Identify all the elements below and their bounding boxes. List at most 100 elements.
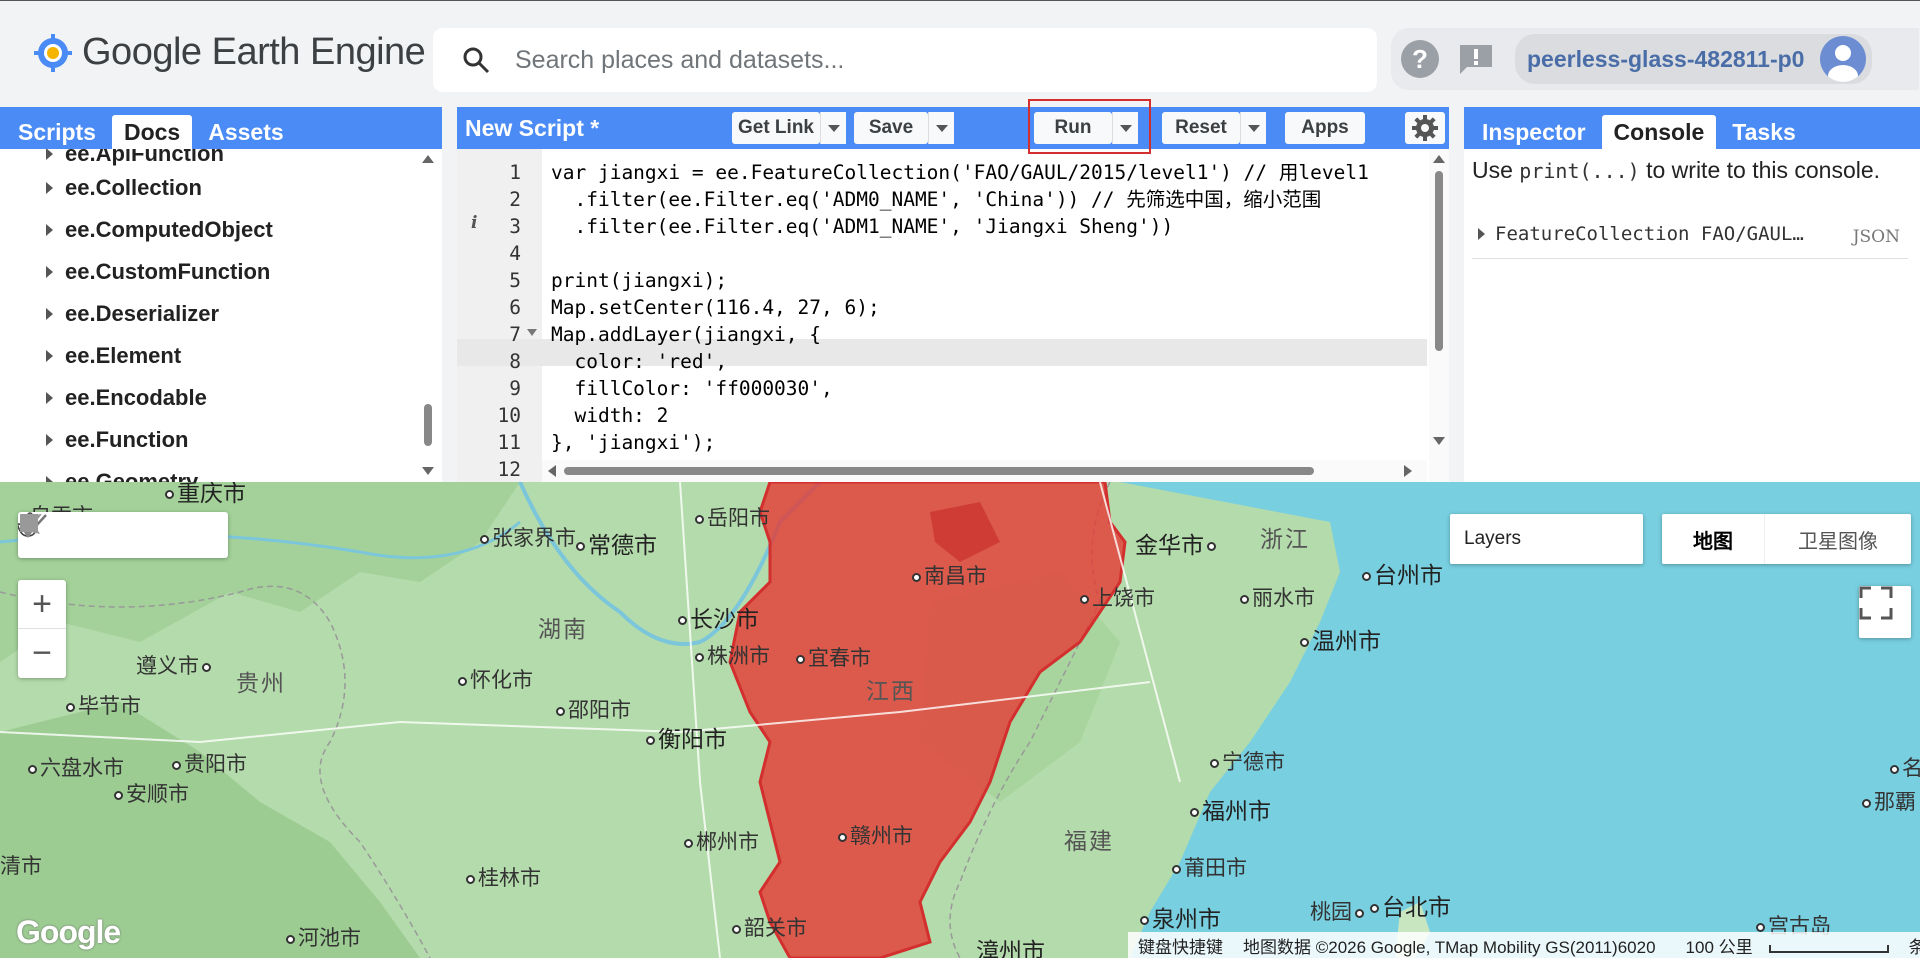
city-dot-icon [286,934,295,944]
map-label-province: 江西 [866,678,916,704]
code-vertical-scrollbar[interactable] [1429,149,1449,482]
search-box[interactable] [433,28,1377,92]
city-dot-icon [1862,798,1871,808]
city-name: 宜春市 [808,647,871,670]
city-name: 金华市 [1135,532,1204,558]
terms-link[interactable]: 条款 [1899,933,1920,958]
tree-item[interactable]: ee.Collection [46,175,202,201]
info-icon[interactable]: i [471,213,477,233]
avatar[interactable] [1820,36,1867,82]
line-number: 7 [509,323,521,346]
map-type-map-button[interactable]: 地图 [1662,514,1764,564]
zoom-in-button[interactable]: + [18,580,66,629]
earth-engine-logo-icon [34,33,72,72]
scale-bar: 100 公里 [1666,933,1899,958]
city-dot-icon [912,572,921,582]
tab-assets[interactable]: Assets [196,115,295,149]
city-name: 邵阳市 [568,699,631,722]
feedback-icon[interactable] [1457,42,1495,76]
right-tabbar: Inspector Console Tasks [1464,107,1920,149]
tree-item-label: ee.Element [65,343,182,368]
tab-console[interactable]: Console [1601,115,1717,149]
city-name: 泉州市 [1152,906,1221,932]
save-button[interactable]: Save [854,112,928,144]
map-label-city: 名 [1890,752,1920,782]
reset-dropdown[interactable] [1240,112,1266,144]
tab-tasks[interactable]: Tasks [1720,115,1808,149]
tree-item[interactable]: ee.Function [46,427,188,453]
fullscreen-button[interactable] [1859,586,1911,638]
city-dot-icon [458,676,467,686]
tree-item[interactable]: ee.Element [46,343,181,369]
map-canvas[interactable]: 岳阳市 常德市 张家界市 重庆市 自贡市 长沙市 湖南 株洲市 遵义市 贵州 怀… [0,482,1920,958]
city-dot-icon [695,652,704,662]
city-name: 台州市 [1374,562,1443,588]
map-label-city: 常德市 [576,526,657,560]
panel-divider[interactable] [442,107,457,482]
app-logo[interactable]: Google Earth Engine [34,31,426,74]
left-tabbar: Scripts Docs Assets [0,107,442,149]
map-label-province: 福建 [1064,828,1114,854]
city-name: 长沙市 [690,606,759,632]
save-dropdown[interactable] [928,112,954,144]
help-icon[interactable]: ? [1401,40,1439,78]
apps-button[interactable]: Apps [1285,112,1365,144]
code-line: width: 2 [551,404,669,427]
app-header: Google Earth Engine ? peerless-glass-482… [0,0,1920,107]
tree-item[interactable]: ee.Geometry [46,469,198,482]
map-label-city: 台州市 [1362,556,1443,590]
google-logo: Google [16,914,121,950]
panel-divider[interactable] [1449,107,1464,482]
code-area[interactable]: 1 2 3 4 5 6 7 8 9 10 11 12 i var jiangxi… [457,149,1449,482]
search-input[interactable] [515,45,1315,75]
expand-arrow-icon [46,182,53,194]
map-type-satellite-button[interactable]: 卫星图像 [1764,514,1911,564]
reset-button[interactable]: Reset [1162,112,1240,144]
json-badge[interactable]: JSON [1853,227,1900,247]
tab-docs[interactable]: Docs [111,115,193,149]
map-label-city: 衡阳市 [646,720,727,754]
fold-arrow-icon[interactable] [527,329,537,336]
line-number: 3 [509,215,521,238]
drawing-tools [18,512,228,558]
city-name: 安顺市 [126,783,189,806]
city-dot-icon [1370,904,1379,914]
project-selector[interactable]: peerless-glass-482811-p0 [1515,34,1873,84]
settings-button[interactable] [1405,112,1445,144]
get-link-button[interactable]: Get Link [732,112,820,144]
tab-scripts[interactable]: Scripts [6,115,108,149]
rectangle-tool-button[interactable] [20,512,228,558]
tree-item[interactable]: ee.ComputedObject [46,217,273,243]
city-dot-icon [732,924,741,934]
expand-arrow-icon [46,149,53,160]
line-number: 1 [509,161,521,184]
map-label-city: 邵阳市 [556,694,631,724]
tree-item[interactable]: ee.ApiFunction [46,149,224,167]
map-data-attribution: 地图数据 ©2026 Google, TMap Mobility GS(2011… [1243,937,1656,957]
city-name: 赣州市 [850,825,913,848]
tree-item[interactable]: ee.CustomFunction [46,259,270,285]
expand-arrow-icon [46,224,53,236]
tree-item[interactable]: ee.Encodable [46,385,207,411]
tab-inspector[interactable]: Inspector [1470,115,1598,149]
tree-item[interactable]: ee.Deserializer [46,301,219,327]
zoom-out-button[interactable]: − [18,629,66,678]
map-label-city: 金华市 [1135,526,1219,560]
map-label-city: 温州市 [1300,622,1381,656]
script-title[interactable]: New Script * [465,115,599,142]
keyboard-shortcuts-link[interactable]: 键盘快捷键 [1128,933,1233,958]
code-horizontal-scrollbar[interactable] [542,460,1427,482]
layers-control[interactable]: Layers [1450,514,1643,564]
polygon-tool-button[interactable] [20,512,186,558]
get-link-dropdown[interactable] [820,112,846,144]
map-label-province: 浙江 [1260,526,1310,552]
map-label-province: 湖南 [538,616,588,642]
expand-arrow-icon[interactable] [1478,227,1485,240]
map-label-city: 泉州市 [1140,900,1221,934]
point-tool-button[interactable] [20,512,102,558]
line-tool-button[interactable] [18,512,144,558]
console-entry[interactable]: FeatureCollection FAO/GAUL… JSON [1472,209,1908,259]
docs-scrollbar[interactable] [420,149,436,482]
map-attribution: 键盘快捷键 地图数据 ©2026 Google, TMap Mobility G… [1128,932,1920,958]
city-dot-icon [646,736,655,746]
